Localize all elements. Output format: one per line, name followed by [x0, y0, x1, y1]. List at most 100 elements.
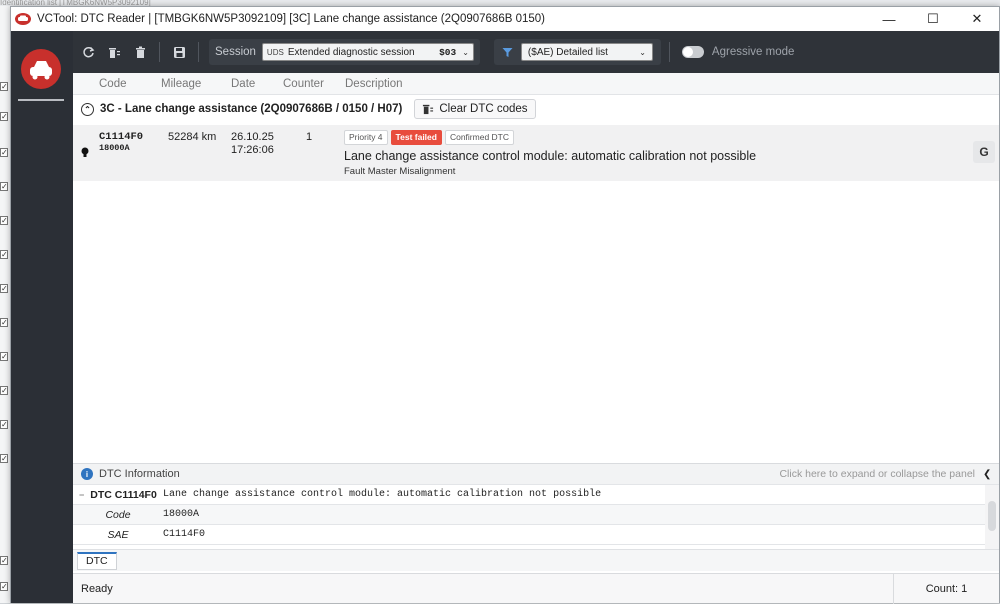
filter-icon — [502, 47, 513, 57]
dtc-info-key: SAE — [107, 528, 129, 541]
aggressive-mode-toggle[interactable] — [681, 46, 704, 58]
sidebar — [11, 31, 73, 603]
save-button[interactable] — [168, 41, 190, 63]
background-checkbox: ✓ — [0, 284, 8, 293]
title-bar[interactable]: VCTool: DTC Reader | [TMBGK6NW5P3092109]… — [11, 7, 999, 31]
session-group: Session UDS Extended diagnostic session … — [209, 39, 480, 65]
background-checkbox: ✓ — [0, 82, 8, 91]
toolbar-separator — [159, 42, 160, 62]
background-checkbox: ✓ — [0, 250, 8, 259]
confirmed-dtc-badge: Confirmed DTC — [444, 130, 515, 145]
collapse-minus-icon[interactable]: − — [79, 490, 84, 500]
background-checkbox: ✓ — [0, 582, 8, 591]
refresh-icon — [82, 46, 94, 57]
aggressive-mode-label: Agressive mode — [711, 46, 795, 58]
info-scrollbar[interactable] — [985, 485, 999, 549]
lightbulb-icon — [81, 147, 89, 157]
info-icon: i — [81, 468, 93, 480]
dtc-info-key-text: DTC C1114F0 — [90, 488, 157, 501]
dtc-datetime: 26.10.25 17:26:06 — [231, 131, 274, 157]
background-checkbox: ✓ — [0, 318, 8, 327]
filter-group: ($AE) Detailed list ⌄ — [493, 39, 661, 65]
module-group-title: 3C - Lane change assistance (2Q0907686B … — [100, 103, 403, 115]
uds-tag: UDS — [266, 47, 284, 57]
background-checkbox: ✓ — [0, 420, 8, 429]
column-mileage[interactable]: Mileage — [161, 78, 201, 90]
column-date[interactable]: Date — [231, 78, 255, 90]
test-failed-badge: Test failed — [390, 130, 442, 145]
dtc-fault-detail: Fault Master Misalignment — [344, 166, 456, 177]
column-counter[interactable]: Counter — [283, 78, 324, 90]
dtc-code: C1114F0 — [99, 131, 144, 143]
dtc-info-row: SAE C1114F0 — [73, 525, 985, 545]
background-checkbox: ✓ — [0, 454, 8, 463]
dtc-time: 17:26:06 — [231, 144, 274, 156]
background-checkbox: ✓ — [0, 148, 8, 157]
tab-dtc[interactable]: DTC — [77, 552, 117, 570]
save-icon — [173, 46, 185, 58]
dtc-description: Lane change assistance control module: a… — [344, 149, 757, 163]
dtc-info-row: Code 18000A — [73, 505, 985, 525]
column-header-row: Code Mileage Date Counter Description — [73, 73, 999, 95]
background-checkbox: ✓ — [0, 112, 8, 121]
dtc-info-key: Code — [105, 508, 131, 521]
dtc-list: Code Mileage Date Counter Description ⌃ … — [73, 73, 999, 463]
toolbar: Session UDS Extended diagnostic session … — [73, 31, 999, 73]
info-scrollbar-thumb[interactable] — [988, 501, 996, 531]
background-checkbox: ✓ — [0, 182, 8, 191]
dtc-counter: 1 — [306, 131, 313, 143]
sidebar-active-indicator — [18, 99, 64, 101]
table-row[interactable]: C1114F0 18000A 52284 km 26.10.25 17:26:0… — [73, 125, 999, 181]
count-indicator: Count: 1 — [893, 573, 999, 604]
session-value: Extended diagnostic session — [287, 46, 415, 58]
column-description[interactable]: Description — [345, 78, 403, 90]
background-list: ✓ ✓ ✓ ✓ ✓ ✓ ✓ ✓ ✓ ✓ ✓ ✓ ✓ ✓ — [0, 6, 10, 603]
chevron-down-icon: ⌄ — [639, 47, 646, 57]
dtc-info-panel: − DTC C1114F0 Lane change assistance con… — [73, 485, 999, 549]
window-title: VCTool: DTC Reader | [TMBGK6NW5P3092109]… — [37, 13, 545, 25]
clear-dtc-codes-button[interactable]: Clear DTC codes — [414, 99, 536, 119]
dtc-info-key: − DTC C1114F0 — [73, 489, 163, 501]
chevron-down-icon: ⌄ — [462, 47, 469, 57]
dtc-badges: Priority 4 Test failed Confirmed DTC — [344, 130, 517, 145]
car-logo-icon — [15, 13, 31, 25]
trash-icon — [135, 46, 145, 58]
module-group-header: ⌃ 3C - Lane change assistance (2Q0907686… — [73, 95, 999, 123]
dtc-info-row: − DTC C1114F0 Lane change assistance con… — [73, 485, 985, 505]
dtc-subcode: 18000A — [99, 143, 130, 153]
trash-list-icon — [423, 104, 434, 115]
filter-value: ($AE) Detailed list — [527, 46, 608, 58]
dtc-info-panel-header[interactable]: i DTC Information Click here to expand o… — [73, 463, 999, 485]
session-code: $03 — [439, 46, 457, 58]
dtc-date: 26.10.25 — [231, 131, 274, 143]
filter-select[interactable]: ($AE) Detailed list ⌄ — [520, 43, 653, 61]
trash-list-icon — [108, 47, 120, 58]
priority-badge: Priority 4 — [344, 130, 388, 145]
dtc-info-value: C1114F0 — [163, 529, 206, 540]
clear-codes-button[interactable] — [103, 41, 125, 63]
dtc-reader-window: VCTool: DTC Reader | [TMBGK6NW5P3092109]… — [10, 6, 1000, 604]
dtc-info-title: DTC Information — [99, 468, 180, 480]
refresh-button[interactable] — [77, 41, 99, 63]
maximize-button[interactable]: ☐ — [911, 7, 955, 31]
background-checkbox: ✓ — [0, 386, 8, 395]
car-icon — [30, 61, 52, 80]
chevron-left-icon[interactable]: ❮ — [983, 469, 995, 480]
dtc-info-value: Lane change assistance control module: a… — [163, 489, 602, 500]
column-code[interactable]: Code — [99, 78, 127, 90]
delete-button[interactable] — [129, 41, 151, 63]
session-select[interactable]: UDS Extended diagnostic session $03 ⌄ — [261, 43, 474, 61]
dtc-info-hint: Click here to expand or collapse the pan… — [779, 468, 975, 480]
close-button[interactable]: ✕ — [955, 7, 999, 31]
status-text: Ready — [81, 582, 113, 595]
status-bar: Ready Count: 1 — [73, 573, 999, 604]
clear-dtc-codes-label: Clear DTC codes — [439, 103, 528, 115]
google-search-button[interactable]: G — [973, 141, 995, 163]
dtc-mileage: 52284 km — [168, 131, 217, 143]
background-checkbox: ✓ — [0, 216, 8, 225]
app-logo[interactable] — [21, 49, 61, 89]
background-checkbox: ✓ — [0, 556, 8, 565]
minimize-button[interactable]: — — [867, 7, 911, 31]
collapse-icon[interactable]: ⌃ — [81, 102, 94, 116]
bottom-tabs: DTC — [73, 549, 999, 571]
